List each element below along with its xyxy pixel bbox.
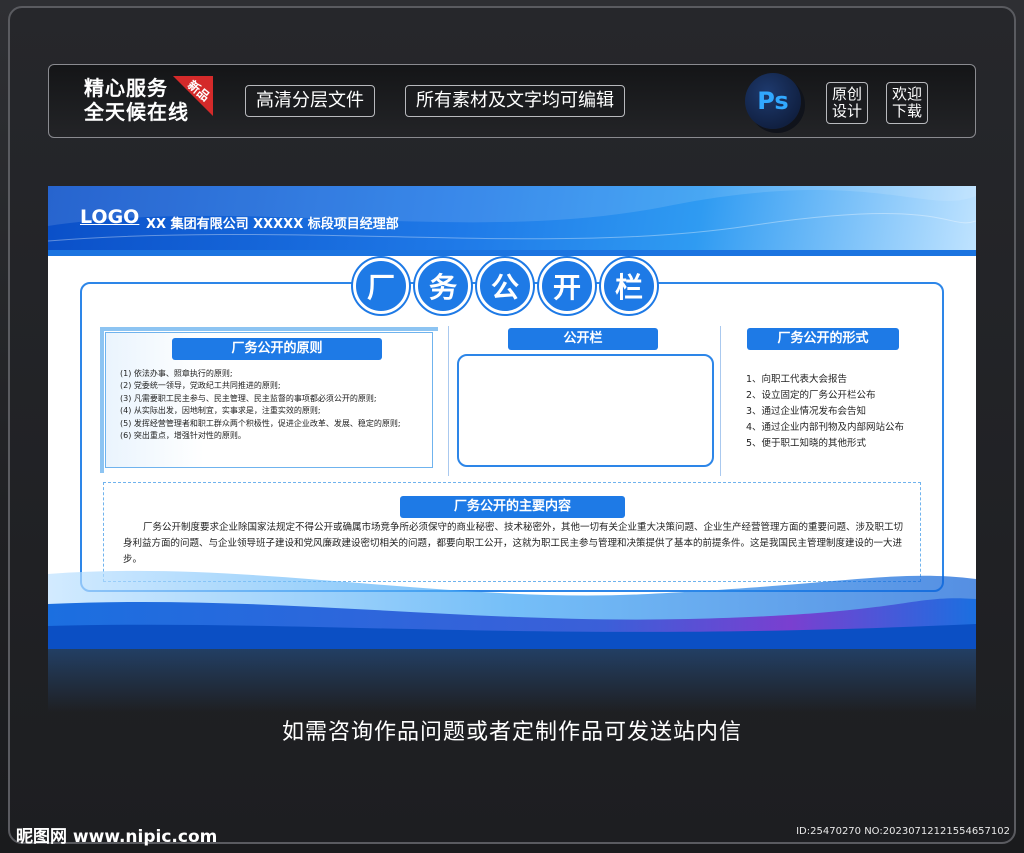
title-char: 务 (415, 258, 471, 314)
welcome-download-line-1: 欢迎 (891, 85, 922, 103)
title-char: 开 (539, 258, 595, 314)
original-design-line-2: 设计 (831, 102, 862, 120)
original-design-tag: 原创 设计 (826, 82, 868, 124)
title-char: 厂 (353, 258, 409, 314)
principle-item: (1) 依法办事、照章执行的原则; (120, 369, 233, 378)
forms-list: 1、向职工代表大会报告 2、设立固定的厂务公开栏公布 3、通过企业情况发布会告知… (746, 372, 904, 452)
poster-title: 厂 务 公 开 栏 (353, 258, 657, 314)
form-item: 4、通过企业内部刊物及内部网站公布 (746, 422, 905, 433)
service-line-2: 全天候在线 (84, 100, 189, 124)
principle-item: (6) 突出重点，增强针对性的原则。 (120, 431, 246, 441)
logo-text: LOGO (80, 206, 140, 228)
column-divider (720, 326, 721, 476)
title-char: 公 (477, 258, 533, 314)
welcome-download-line-2: 下载 (891, 102, 922, 120)
service-slogan: 精心服务 全天候在线 (84, 76, 189, 124)
bottom-wave-decoration (48, 570, 976, 649)
image-id: ID:25470270 NO:20230712121554657102 (796, 826, 1010, 837)
title-char: 栏 (601, 258, 657, 314)
photoshop-icon: Ps (745, 73, 801, 129)
form-item: 3、通过企业情况发布会告知 (746, 406, 867, 417)
company-name: XX 集团有限公司 XXXXX 标段项目经理部 (146, 217, 399, 232)
original-design-line-1: 原创 (831, 85, 862, 103)
welcome-download-tag: 欢迎 下载 (886, 82, 928, 124)
principle-item: (3) 凡需要职工民主参与、民主管理、民主监督的事项都必须公开的原则; (120, 393, 377, 403)
forms-title: 厂务公开的形式 (747, 328, 899, 350)
principle-item: (4) 从实际出发，因地制宜，实事求是，注重实效的原则; (120, 406, 321, 416)
site-watermark: 昵图网 www.nipic.com (16, 827, 218, 847)
bulletin-box (457, 354, 714, 467)
form-item: 2、设立固定的厂务公开栏公布 (746, 390, 876, 401)
column-divider (448, 326, 449, 476)
form-item: 5、便于职工知晓的其他形式 (746, 438, 867, 449)
editable-tag: 所有素材及文字均可编辑 (405, 85, 625, 117)
form-item: 1、向职工代表大会报告 (746, 374, 848, 385)
principles-title: 厂务公开的原则 (172, 338, 382, 360)
principles-list: (1) 依法办事、照章执行的原则; (2) 党委统一领导，党政纪工共同推进的原则… (120, 368, 430, 442)
main-content-text: 厂务公开制度要求企业除国家法规定不得公开或确属市场竞争所必须保守的商业秘密、技术… (123, 522, 904, 565)
bulletin-title: 公开栏 (508, 328, 658, 350)
principle-item: (5) 发挥经营管理者和职工群众两个积极性，促进企业改革、发展、稳定的原则; (120, 418, 401, 428)
layered-file-tag: 高清分层文件 (245, 85, 375, 117)
contact-caption: 如需咨询作品问题或者定制作品可发送站内信 (281, 720, 742, 745)
principle-item: (2) 党委统一领导，党政纪工共同推进的原则; (120, 381, 281, 391)
service-line-1: 精心服务 (84, 76, 168, 100)
bulletin-poster: LOGO XX 集团有限公司 XXXXX 标段项目经理部 厂 务 公 开 栏 厂… (48, 186, 976, 649)
main-content-title: 厂务公开的主要内容 (400, 496, 625, 518)
